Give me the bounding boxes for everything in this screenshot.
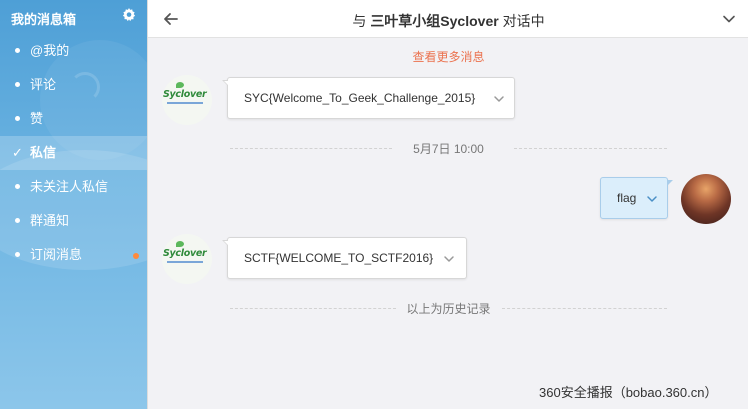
sidebar-item-likes[interactable]: 赞	[0, 102, 147, 136]
date-divider: 5月7日 10:00	[230, 140, 667, 156]
bullet-icon	[15, 252, 20, 257]
sidebar-item-label: 订阅消息	[30, 247, 83, 262]
sidebar-item-label: 私信	[30, 145, 57, 160]
sidebar-item-label: 群通知	[30, 213, 70, 228]
leaf-icon	[176, 241, 184, 247]
message-bubble[interactable]: SYC{Welcome_To_Geek_Challenge_2015}	[222, 77, 515, 119]
chevron-down-icon[interactable]	[722, 12, 736, 26]
title-suffix: 对话中	[498, 13, 545, 29]
sidebar-item-private-messages[interactable]: ✓ 私信	[0, 136, 147, 170]
sidebar-item-label: 赞	[30, 111, 44, 126]
source-watermark: 360安全播报（bobao.360.cn）	[539, 385, 718, 400]
sidebar-header: 我的消息箱	[0, 0, 147, 34]
sidebar-item-label: 未关注人私信	[30, 179, 109, 194]
date-divider-label: 5月7日 10:00	[413, 142, 484, 156]
message-text: flag	[617, 191, 637, 205]
contact-avatar[interactable]: Syclover	[162, 75, 212, 125]
chat-panel: 与 三叶草小组Syclover 对话中 查看更多消息 Syclover SYC{…	[147, 0, 748, 409]
sidebar-item-unfollowed-messages[interactable]: 未关注人私信	[0, 170, 147, 204]
contact-avatar[interactable]: Syclover	[162, 234, 212, 284]
history-divider-label: 以上为历史记录	[406, 302, 491, 316]
sidebar-item-subscriptions[interactable]: 订阅消息	[0, 238, 147, 272]
conversation-title: 与 三叶草小组Syclover 对话中	[148, 11, 748, 31]
user-avatar[interactable]	[681, 174, 731, 224]
message-box-sidebar: 我的消息箱 @我的 评论 赞 ✓ 私信 未关注人私信 群通知 订阅消息	[0, 0, 147, 409]
message-text: SCTF{WELCOME_TO_SCTF2016}	[244, 251, 434, 265]
checkmark-icon: ✓	[12, 145, 23, 160]
bullet-icon	[15, 82, 20, 87]
logo-underline	[167, 102, 203, 104]
title-prefix: 与	[352, 13, 371, 29]
sidebar-item-label: 评论	[30, 77, 57, 92]
logo-underline	[167, 261, 203, 263]
sidebar-item-group-notifications[interactable]: 群通知	[0, 204, 147, 238]
sidebar-item-at-me[interactable]: @我的	[0, 34, 147, 68]
sidebar-item-comments[interactable]: 评论	[0, 68, 147, 102]
contact-logo: Syclover	[163, 248, 207, 259]
contact-logo: Syclover	[163, 89, 207, 100]
bullet-icon	[15, 48, 20, 53]
bullet-icon	[15, 116, 20, 121]
contact-name[interactable]: 三叶草小组Syclover	[370, 13, 498, 29]
history-divider: 以上为历史记录	[230, 300, 667, 316]
leaf-icon	[176, 82, 184, 88]
message-bubble[interactable]: SCTF{WELCOME_TO_SCTF2016}	[222, 237, 467, 279]
chat-header: 与 三叶草小组Syclover 对话中	[148, 0, 748, 38]
chevron-down-icon[interactable]	[493, 93, 505, 105]
own-message-bubble[interactable]: flag	[600, 177, 673, 219]
chevron-down-icon[interactable]	[646, 193, 658, 205]
sidebar-item-label: @我的	[30, 43, 70, 58]
sidebar-title: 我的消息箱	[11, 12, 77, 27]
bullet-icon	[15, 184, 20, 189]
bullet-icon	[15, 218, 20, 223]
load-more-messages-link[interactable]: 查看更多消息	[148, 48, 748, 65]
chevron-down-icon[interactable]	[443, 253, 455, 265]
gear-icon[interactable]	[122, 8, 136, 22]
unread-badge	[133, 253, 139, 259]
sidebar-menu: @我的 评论 赞 ✓ 私信 未关注人私信 群通知 订阅消息	[0, 34, 147, 272]
message-text: SYC{Welcome_To_Geek_Challenge_2015}	[244, 91, 476, 105]
